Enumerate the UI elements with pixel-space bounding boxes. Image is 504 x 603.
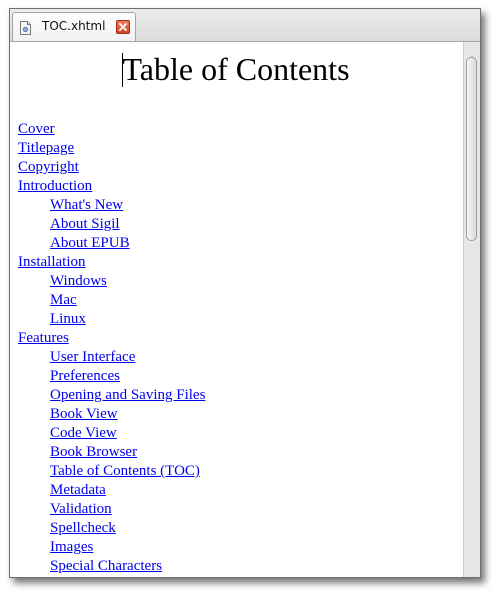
toc-entry: Images	[18, 538, 205, 557]
toc-entry: About EPUB	[18, 234, 205, 253]
toc-entry: Installation	[18, 253, 205, 272]
toc-entry: Linux	[18, 310, 205, 329]
toc-link[interactable]: Windows	[18, 272, 205, 291]
toc-link[interactable]: Validation	[18, 500, 205, 519]
toc-entry: Features	[18, 329, 205, 348]
toc-entry: Windows	[18, 272, 205, 291]
toc-entry: Validation	[18, 500, 205, 519]
page-title: Table of Contents	[122, 51, 350, 87]
toc-link[interactable]: User Interface	[18, 348, 205, 367]
toc-entry: Metadata	[18, 481, 205, 500]
toc-link[interactable]: Spellcheck	[18, 519, 205, 538]
vertical-scrollbar[interactable]	[463, 42, 480, 577]
toc-link[interactable]: Titlepage	[18, 139, 205, 158]
toc-link[interactable]: Preferences	[18, 367, 205, 386]
toc-link[interactable]: Installation	[18, 253, 205, 272]
toc-link[interactable]: About Sigil	[18, 215, 205, 234]
toc-link[interactable]: Book Browser	[18, 443, 205, 462]
toc-link[interactable]: Special Characters	[18, 557, 205, 576]
toc-entry: Code View	[18, 424, 205, 443]
toc-link[interactable]: Images	[18, 538, 205, 557]
toc-entry: Cover	[18, 120, 205, 139]
scrollbar-thumb[interactable]	[466, 57, 477, 241]
toc-entry: Book View	[18, 405, 205, 424]
document-icon	[20, 20, 31, 35]
toc-entry: Titlepage	[18, 139, 205, 158]
toc-entry: Book Browser	[18, 443, 205, 462]
toc-entry: Mac	[18, 291, 205, 310]
toc-link[interactable]: Introduction	[18, 177, 205, 196]
toc-entry: User Interface	[18, 348, 205, 367]
toc-link[interactable]: Mac	[18, 291, 205, 310]
book-view[interactable]: Table of Contents Cover Titlepage Copyrigh…	[10, 42, 462, 577]
editor-window: TOC.xhtml Table of Contents Cover Titlepa…	[9, 8, 481, 578]
tab-label: TOC.xhtml	[42, 19, 106, 33]
toc-link[interactable]: Table of Contents (TOC)	[18, 462, 205, 481]
tab-bar: TOC.xhtml	[10, 9, 480, 42]
scroll-up-arrow-icon[interactable]	[468, 46, 476, 60]
toc-link[interactable]: About EPUB	[18, 234, 205, 253]
toc-link[interactable]: Cover	[18, 120, 205, 139]
toc-link[interactable]: Linux	[18, 310, 205, 329]
toc-entry: About Sigil	[18, 215, 205, 234]
toc-link[interactable]: Book View	[18, 405, 205, 424]
toc-entry: Table of Contents (TOC)	[18, 462, 205, 481]
toc-entry: Copyright	[18, 158, 205, 177]
toc-entry: Introduction	[18, 177, 205, 196]
toc-list: Cover Titlepage Copyright Introduction What'…	[18, 120, 205, 576]
close-icon[interactable]	[116, 20, 130, 34]
scroll-down-arrow-icon[interactable]	[468, 567, 476, 573]
toc-entry: Special Characters	[18, 557, 205, 576]
toc-link[interactable]: Features	[18, 329, 205, 348]
toc-link[interactable]: Opening and Saving Files	[18, 386, 205, 405]
toc-entry: Spellcheck	[18, 519, 205, 538]
toc-link[interactable]: Copyright	[18, 158, 205, 177]
text-cursor	[122, 53, 123, 87]
toc-entry: Preferences	[18, 367, 205, 386]
toc-entry: What's New	[18, 196, 205, 215]
tab-toc-xhtml[interactable]: TOC.xhtml	[12, 12, 136, 41]
toc-link[interactable]: Code View	[18, 424, 205, 443]
toc-link[interactable]: Metadata	[18, 481, 205, 500]
toc-link[interactable]: What's New	[18, 196, 205, 215]
toc-entry: Opening and Saving Files	[18, 386, 205, 405]
